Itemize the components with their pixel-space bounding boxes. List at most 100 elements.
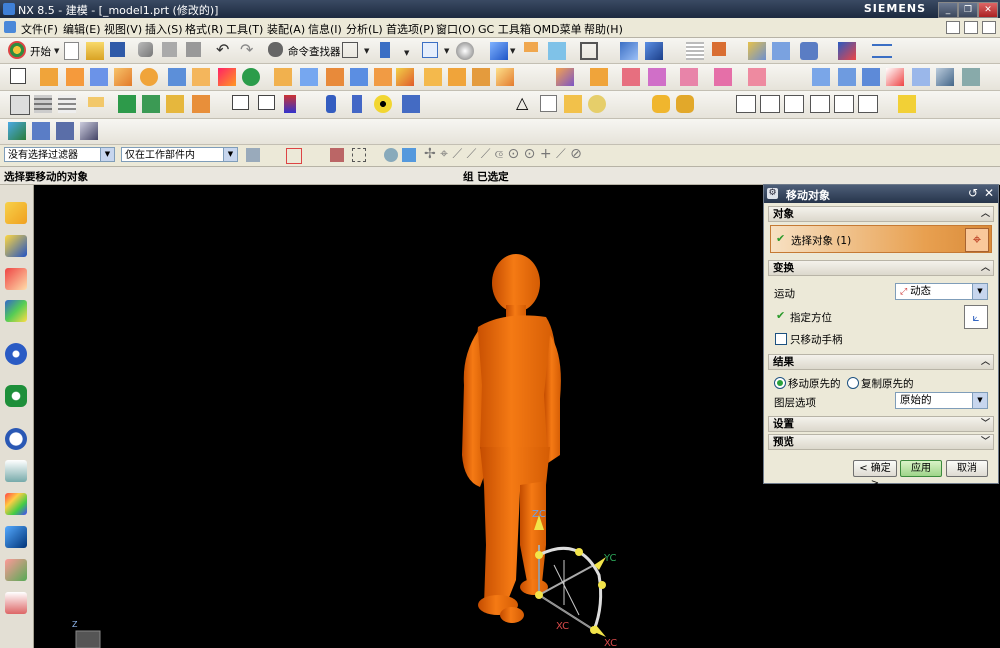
thread-icon[interactable] <box>680 68 698 86</box>
fit-view-icon[interactable] <box>422 42 438 58</box>
command-finder-icon[interactable] <box>268 42 283 57</box>
menu-assembly[interactable]: 装配(A) <box>267 21 305 37</box>
save-icon[interactable] <box>110 42 125 57</box>
lightning-icon[interactable] <box>898 95 916 113</box>
start-icon[interactable] <box>8 41 26 59</box>
revolve-icon[interactable] <box>66 68 84 86</box>
settings-section-header[interactable]: 设置 ﹀ <box>768 416 994 432</box>
copy-icon[interactable] <box>162 42 177 57</box>
face-select-icon[interactable] <box>402 148 416 162</box>
motion-select[interactable]: ⤢ 动态 ▼ <box>895 283 988 300</box>
menu-insert[interactable]: 插入(S) <box>145 21 183 37</box>
pad-icon[interactable] <box>192 68 210 86</box>
feature-selection-icon[interactable] <box>286 148 302 164</box>
cancel-button[interactable]: 取消 <box>946 460 988 477</box>
boss-icon[interactable] <box>140 68 158 86</box>
doc-minimize-button[interactable] <box>946 21 960 34</box>
draft-icon[interactable] <box>424 68 442 86</box>
clipping-icon[interactable] <box>524 42 538 52</box>
move-handle-only-checkbox[interactable] <box>775 333 787 345</box>
move-face-icon[interactable] <box>118 95 136 113</box>
rotate-view-icon[interactable] <box>456 42 474 60</box>
menu-qmd[interactable]: QMD菜单 <box>533 21 582 37</box>
selection-scope-select[interactable]: 仅在工作部件内 ▼ <box>121 147 238 162</box>
menu-preferences[interactable]: 首选项(P) <box>386 21 434 37</box>
curve-arc-icon[interactable] <box>258 95 275 110</box>
section-view-icon[interactable] <box>548 42 566 60</box>
studio-surface-icon[interactable] <box>912 68 930 86</box>
render-style-icon[interactable] <box>490 42 508 60</box>
part-family-icon[interactable] <box>588 95 606 113</box>
menu-view[interactable]: 视图(V) <box>104 21 142 37</box>
csys-icon[interactable] <box>686 42 704 60</box>
chamfer-icon[interactable] <box>374 68 392 86</box>
spring-icon[interactable] <box>402 95 420 113</box>
bounded-plane-icon[interactable] <box>862 68 880 86</box>
cone-icon[interactable] <box>352 95 362 113</box>
offset-face-icon[interactable] <box>496 68 514 86</box>
curve-spline-icon[interactable] <box>284 95 296 113</box>
wcs-icon[interactable] <box>645 42 663 60</box>
open-folder-icon[interactable] <box>86 42 104 60</box>
pattern-icon[interactable] <box>556 68 574 86</box>
component-icon[interactable] <box>676 95 694 113</box>
split-body-icon[interactable] <box>472 68 490 86</box>
redo-icon[interactable]: ↷ <box>240 40 253 59</box>
menu-help[interactable]: 帮助(H) <box>584 21 623 37</box>
intersect-icon[interactable] <box>326 68 344 86</box>
general-selection-icon[interactable] <box>246 148 260 162</box>
history-icon[interactable] <box>5 428 27 450</box>
part-navigator-icon[interactable] <box>5 268 27 290</box>
app-menu-icon[interactable] <box>4 21 16 33</box>
ok-button[interactable]: < 确定 > <box>853 460 897 489</box>
assembly-navigator-icon[interactable] <box>5 202 27 224</box>
translator-icon[interactable] <box>760 95 780 113</box>
human-model[interactable] <box>462 254 561 623</box>
point-icon[interactable] <box>88 97 104 107</box>
csys-dialog-icon[interactable]: ⟀ <box>964 305 988 329</box>
web-browser-icon[interactable] <box>5 385 27 407</box>
slot-icon[interactable] <box>218 68 236 86</box>
pull-face-icon[interactable] <box>142 95 160 113</box>
tube-icon[interactable] <box>648 68 666 86</box>
visibility-icon[interactable] <box>380 42 390 58</box>
result-section-header[interactable]: 结果 ︿ <box>768 354 994 370</box>
groove-icon[interactable] <box>242 68 260 86</box>
object-section-header[interactable]: 对象 ︿ <box>768 206 994 222</box>
qmd-icon-1[interactable] <box>32 122 50 140</box>
undo-icon[interactable]: ↶ <box>216 40 229 59</box>
replace-face-icon[interactable] <box>166 95 184 113</box>
sketch-icon[interactable] <box>10 68 26 84</box>
menu-information[interactable]: 信息(I) <box>308 21 342 37</box>
help-query-icon[interactable] <box>834 95 854 113</box>
n-sided-icon[interactable] <box>886 68 904 86</box>
preview-section-header[interactable]: 预览 ﹀ <box>768 434 994 450</box>
menu-edit[interactable]: 编辑(E) <box>63 21 101 37</box>
sphere-icon[interactable] <box>374 95 392 113</box>
menu-file[interactable]: 文件(F) <box>21 21 58 37</box>
select-all-icon[interactable] <box>330 148 344 162</box>
extrude-icon[interactable] <box>40 68 58 86</box>
dialog-title-bar[interactable]: ⚙ 移动对象 ↺ ✕ <box>764 185 998 203</box>
datum-plane-icon[interactable] <box>10 95 30 115</box>
datum-axis-icon[interactable] <box>34 95 52 113</box>
plot-icon[interactable] <box>784 95 804 113</box>
show-hide-icon[interactable] <box>800 42 818 60</box>
edge-blend-icon[interactable] <box>350 68 368 86</box>
qmd-icon-3[interactable] <box>80 122 98 140</box>
extension-icon[interactable] <box>962 68 980 86</box>
internet-explorer-icon[interactable] <box>5 343 27 365</box>
type-filter-select[interactable]: 没有选择过滤器 ▼ <box>4 147 115 162</box>
reset-icon[interactable]: ↺ <box>968 186 978 200</box>
curve-line-icon[interactable] <box>232 95 249 110</box>
palette-icon[interactable] <box>5 493 27 515</box>
menu-format[interactable]: 格式(R) <box>185 21 223 37</box>
qmd-icon-2[interactable] <box>56 122 74 140</box>
snap-icon[interactable] <box>384 148 398 162</box>
menu-window[interactable]: 窗口(O) <box>436 21 475 37</box>
process-studio-icon[interactable] <box>5 526 27 548</box>
delete-face-icon[interactable] <box>192 95 210 113</box>
offset-surface-icon[interactable] <box>936 68 954 86</box>
layer-option-select[interactable]: 原始的 ▼ <box>895 392 988 409</box>
background-icon[interactable] <box>580 42 598 60</box>
